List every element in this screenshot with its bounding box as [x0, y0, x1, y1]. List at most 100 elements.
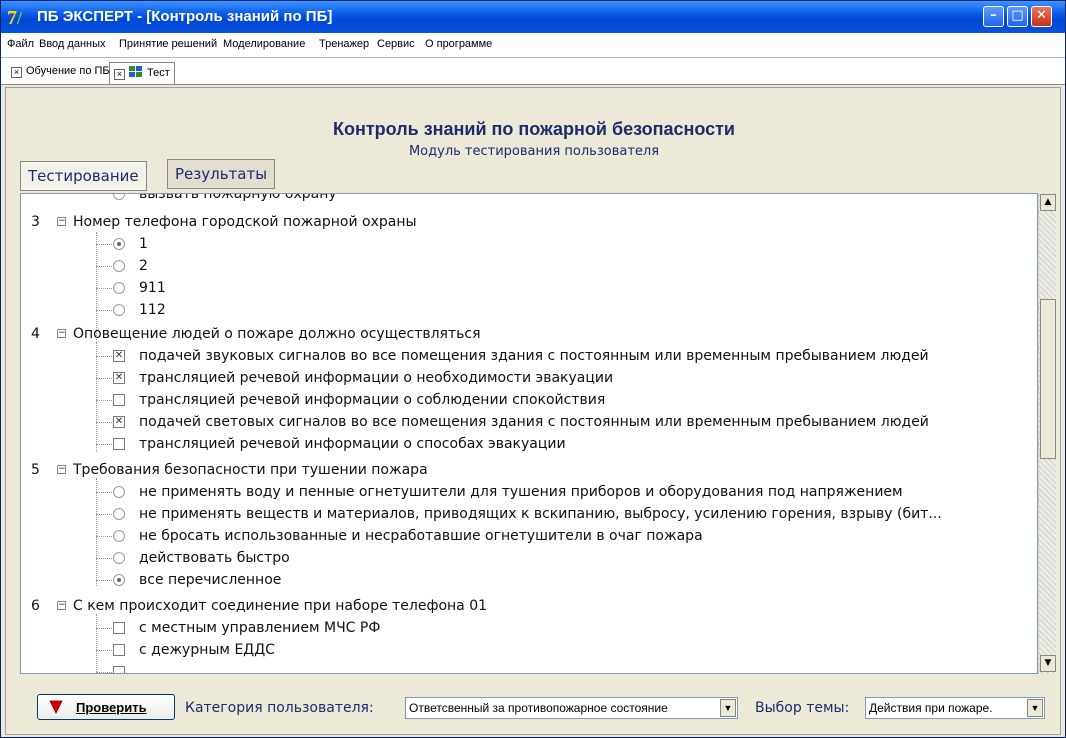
list-item[interactable]: не бросать использованные и несработавши…: [21, 526, 1021, 548]
list-item[interactable]: действовать быстро: [21, 548, 1021, 570]
question-row[interactable]: 4 − Оповещение людей о пожаре должно осу…: [21, 324, 1021, 346]
answer-radio[interactable]: [113, 238, 125, 250]
menu-trainer[interactable]: Тренажер: [319, 38, 369, 50]
answer-radio[interactable]: [113, 574, 125, 586]
category-select[interactable]: Ответсвенный за противопожарное состояни…: [405, 697, 738, 719]
list-item[interactable]: не применять воду и пенные огнетушители …: [21, 482, 1021, 504]
menu-data-input[interactable]: Ввод данных: [39, 38, 106, 50]
answer-checkbox[interactable]: ✕: [113, 372, 125, 384]
list-item[interactable]: [21, 662, 1021, 673]
answer-text: трансляцией речевой информации о соблюде…: [139, 392, 606, 408]
answer-text: 112: [139, 302, 166, 318]
doc-tab-test[interactable]: × Тест: [109, 62, 175, 84]
answer-text: подачей звуковых сигналов во все помещен…: [139, 348, 929, 364]
answer-radio[interactable]: [113, 194, 125, 200]
check-button[interactable]: Проверить: [37, 694, 175, 720]
tree-line: [96, 492, 112, 493]
title-bar[interactable]: 7 / ПБ ЭКСПЕРТ - [Контроль знаний по ПБ]…: [1, 1, 1065, 33]
answer-checkbox[interactable]: [113, 622, 125, 634]
collapse-icon[interactable]: −: [57, 601, 66, 610]
app-window: 7 / ПБ ЭКСПЕРТ - [Контроль знаний по ПБ]…: [0, 0, 1066, 738]
chevron-down-icon[interactable]: ▼: [1027, 699, 1043, 717]
collapse-icon[interactable]: −: [57, 465, 66, 474]
list-item[interactable]: ✕ подачей световых сигналов во все помещ…: [21, 412, 1021, 434]
list-item[interactable]: ✕ трансляцией речевой информации о необх…: [21, 368, 1021, 390]
vertical-scrollbar[interactable]: ▲ ▼: [1038, 193, 1056, 674]
collapse-icon[interactable]: −: [57, 329, 66, 338]
list-item[interactable]: 112: [21, 300, 1021, 322]
tab-testing[interactable]: Тестирование: [20, 161, 147, 191]
list-item[interactable]: трансляцией речевой информации о соблюде…: [21, 390, 1021, 412]
svg-text:7: 7: [7, 7, 17, 28]
answer-text: 1: [139, 236, 148, 252]
answer-radio[interactable]: [113, 304, 125, 316]
close-button[interactable]: ✕: [1031, 6, 1052, 27]
scroll-thumb[interactable]: [1040, 299, 1056, 459]
menu-about[interactable]: О программе: [425, 38, 492, 50]
tree-line: [96, 650, 112, 651]
tree-line: [96, 266, 112, 267]
tree-line: [96, 422, 112, 423]
tree-line: [96, 288, 112, 289]
answer-checkbox[interactable]: ✕: [113, 350, 125, 362]
doc-tab-training[interactable]: × Обучение по ПБ: [7, 62, 114, 82]
answer-checkbox[interactable]: [113, 666, 125, 673]
answer-text: действовать быстро: [139, 550, 290, 566]
questions-tree: вызвать пожарную охрану 3 − Номер телефо…: [20, 193, 1038, 674]
tree-line: [96, 536, 112, 537]
close-tab-icon[interactable]: ×: [114, 69, 125, 80]
answer-radio[interactable]: [113, 552, 125, 564]
question-text: С кем происходит соединение при наборе т…: [73, 598, 488, 614]
chevron-down-icon[interactable]: ▼: [720, 699, 736, 717]
collapse-icon[interactable]: −: [57, 217, 66, 226]
question-number: 4: [31, 326, 40, 342]
list-item[interactable]: 911: [21, 278, 1021, 300]
question-row[interactable]: 3 − Номер телефона городской пожарной ох…: [21, 212, 1021, 234]
topic-label: Выбор темы:: [755, 700, 850, 716]
topic-value: Действия при пожаре.: [869, 701, 993, 715]
answer-text: вызвать пожарную охрану: [139, 193, 337, 202]
answer-checkbox[interactable]: [113, 394, 125, 406]
answer-radio[interactable]: [113, 282, 125, 294]
list-item[interactable]: не применять веществ и материалов, приво…: [21, 504, 1021, 526]
question-number: 6: [31, 598, 40, 614]
answer-text: не применять воду и пенные огнетушители …: [139, 484, 903, 500]
tab-results[interactable]: Результаты: [167, 159, 276, 189]
category-label: Категория пользователя:: [185, 700, 374, 716]
answer-checkbox[interactable]: [113, 438, 125, 450]
topic-select[interactable]: Действия при пожаре. ▼: [865, 697, 1045, 719]
list-item[interactable]: ✕ подачей звуковых сигналов во все помещ…: [21, 346, 1021, 368]
question-row[interactable]: 6 − С кем происходит соединение при набо…: [21, 596, 1021, 618]
list-item[interactable]: трансляцией речевой информации о способа…: [21, 434, 1021, 456]
close-tab-icon[interactable]: ×: [11, 67, 22, 78]
menu-file[interactable]: Файл: [7, 38, 34, 50]
answer-radio[interactable]: [113, 486, 125, 498]
answer-radio[interactable]: [113, 530, 125, 542]
check-button-label: Проверить: [76, 700, 147, 715]
answer-checkbox[interactable]: ✕: [113, 416, 125, 428]
answer-checkbox[interactable]: [113, 644, 125, 656]
category-value: Ответсвенный за противопожарное состояни…: [409, 701, 668, 715]
menu-decisions[interactable]: Принятие решений: [119, 38, 217, 50]
answer-text: подачей световых сигналов во все помещен…: [139, 414, 929, 430]
menu-service[interactable]: Сервис: [377, 38, 415, 50]
minimize-button[interactable]: –: [983, 6, 1004, 27]
menu-modeling[interactable]: Моделирование: [223, 38, 305, 50]
answer-radio[interactable]: [113, 260, 125, 272]
answer-radio[interactable]: [113, 508, 125, 520]
bottom-toolbar: Проверить Категория пользователя: Ответс…: [5, 683, 1061, 733]
list-item[interactable]: с дежурным ЕДДС: [21, 640, 1021, 662]
scroll-up-icon[interactable]: ▲: [1040, 194, 1056, 211]
tree-line: [96, 400, 112, 401]
list-item[interactable]: с местным управлением МЧС РФ: [21, 618, 1021, 640]
doc-tab-label: Обучение по ПБ: [26, 65, 110, 77]
app-logo-icon: 7 /: [7, 7, 23, 28]
list-item[interactable]: 1: [21, 234, 1021, 256]
question-row[interactable]: 5 − Требования безопасности при тушении …: [21, 460, 1021, 482]
tree-line: [96, 628, 112, 629]
list-item[interactable]: все перечисленное: [21, 570, 1021, 592]
scroll-down-icon[interactable]: ▼: [1040, 655, 1056, 672]
tree-line: [96, 310, 112, 311]
maximize-button[interactable]: □: [1007, 6, 1028, 27]
list-item[interactable]: 2: [21, 256, 1021, 278]
